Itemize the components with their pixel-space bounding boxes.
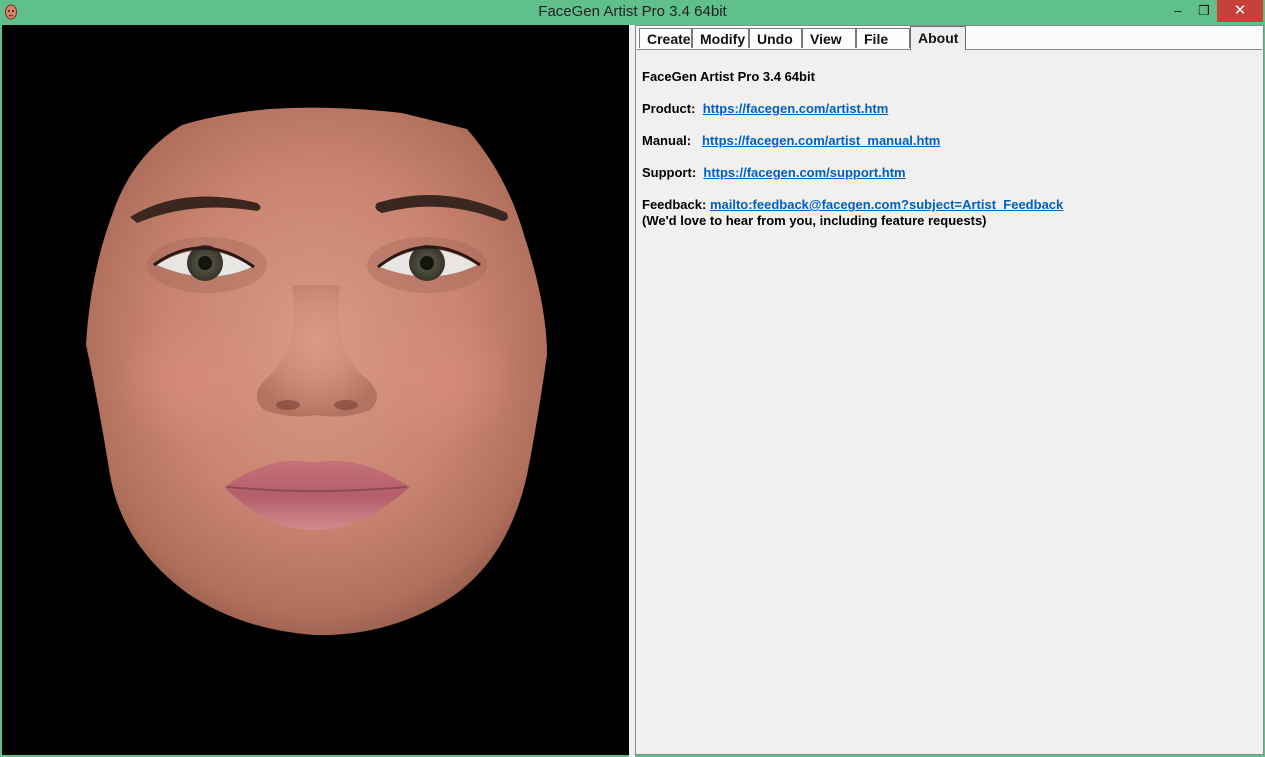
maximize-button[interactable]: ❐	[1192, 0, 1216, 22]
face-viewport[interactable]	[2, 25, 629, 755]
feedback-note: (We'd love to hear from you, including f…	[642, 213, 987, 228]
product-link[interactable]: https://facegen.com/artist.htm	[703, 101, 889, 116]
app-name: FaceGen Artist Pro 3.4 64bit	[642, 69, 815, 84]
manual-row: Manual: https://facegen.com/artist_manua…	[642, 133, 940, 148]
tab-bar: Create Modify Undo View File About	[637, 26, 1262, 50]
feedback-row: Feedback: mailto:feedback@facegen.com?su…	[642, 197, 1063, 212]
window-title: FaceGen Artist Pro 3.4 64bit	[538, 3, 727, 20]
face-render	[86, 107, 547, 636]
product-row: Product: https://facegen.com/artist.htm	[642, 101, 888, 116]
tab-modify[interactable]: Modify	[692, 28, 749, 48]
support-row: Support: https://facegen.com/support.htm	[642, 165, 906, 180]
feedback-link[interactable]: mailto:feedback@facegen.com?subject=Arti…	[710, 197, 1063, 212]
manual-link[interactable]: https://facegen.com/artist_manual.htm	[702, 133, 940, 148]
tab-view[interactable]: View	[802, 28, 856, 48]
support-label: Support:	[642, 165, 697, 180]
close-button[interactable]: ✕	[1217, 0, 1263, 22]
tab-file[interactable]: File	[856, 28, 910, 48]
tab-create[interactable]: Create	[639, 28, 692, 48]
tab-undo[interactable]: Undo	[749, 28, 802, 48]
support-link[interactable]: https://facegen.com/support.htm	[703, 165, 905, 180]
title-bar: FaceGen Artist Pro 3.4 64bit – ❐ ✕	[0, 0, 1265, 24]
manual-label: Manual:	[642, 133, 692, 148]
tab-about[interactable]: About	[910, 26, 966, 50]
minimize-button[interactable]: –	[1166, 0, 1190, 22]
product-label: Product:	[642, 101, 696, 116]
about-panel: Create Modify Undo View File About FaceG…	[635, 25, 1264, 755]
feedback-label: Feedback:	[642, 197, 707, 212]
